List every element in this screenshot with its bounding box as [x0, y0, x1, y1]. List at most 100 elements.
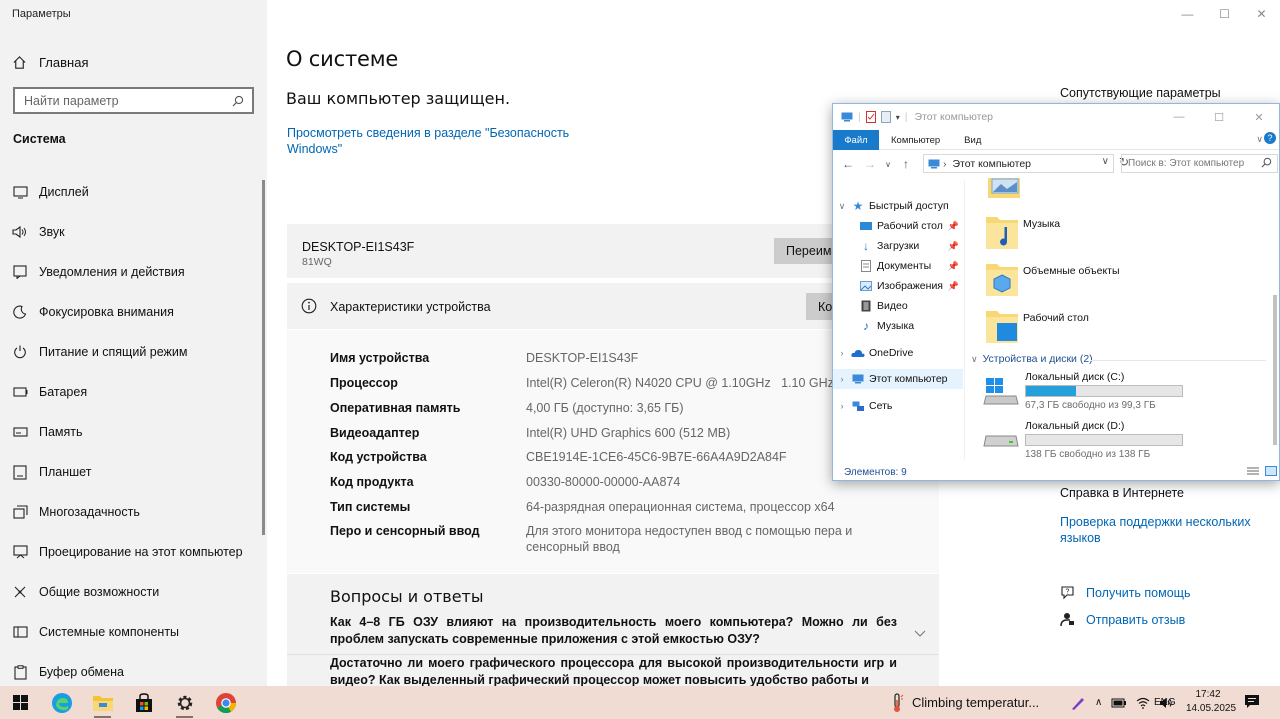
show-hidden-icons[interactable]: ∧	[1095, 697, 1102, 708]
tree-item-network[interactable]: › Сеть	[833, 396, 963, 416]
new-folder-icon[interactable]	[880, 111, 891, 123]
expand-icon[interactable]: ›	[833, 401, 851, 411]
ribbon-tab-file[interactable]: Файл	[833, 130, 879, 150]
security-details-link[interactable]: Просмотреть сведения в разделе "Безопасн…	[287, 125, 577, 157]
sidebar-item-components[interactable]: Системные компоненты	[0, 612, 262, 652]
sidebar-item-tablet[interactable]: Планшет	[0, 452, 262, 492]
sidebar-item-focus[interactable]: Фокусировка внимания	[0, 292, 262, 332]
up-button[interactable]: ↑	[895, 157, 917, 171]
tree-item-videos[interactable]: Видео	[833, 296, 963, 316]
get-help-link[interactable]: ? Получить помощь	[1060, 586, 1190, 600]
sidebar-item-sound[interactable]: Звук	[0, 212, 262, 252]
feedback-link[interactable]: Отправить отзыв	[1060, 612, 1185, 627]
sidebar-item-display[interactable]: Дисплей	[0, 172, 262, 212]
sidebar-item-label: Звук	[39, 225, 65, 239]
drives-group-header[interactable]: ∨ Устройства и диски (2)	[971, 353, 1266, 365]
explorer-maximize-button[interactable]: ☐	[1199, 104, 1239, 130]
sidebar-scrollbar[interactable]	[262, 180, 265, 535]
tree-item-label: Сеть	[869, 400, 893, 412]
folder-item-3d-objects[interactable]: Объемные объекты	[985, 260, 1120, 298]
language-support-link[interactable]: Проверка поддержки нескольких языков	[1060, 514, 1270, 546]
back-button[interactable]: ←	[837, 157, 859, 171]
scroll-thumb[interactable]	[1273, 295, 1277, 445]
sidebar-item-battery[interactable]: Батарея	[0, 372, 262, 412]
tree-item-this-pc[interactable]: › Этот компьютер	[833, 369, 963, 389]
expand-icon[interactable]: ›	[833, 348, 851, 358]
pictures-folder-icon	[988, 178, 1020, 198]
expand-ribbon-icon[interactable]: ∨	[1256, 134, 1263, 145]
taskbar-edge[interactable]	[41, 686, 82, 719]
chevron-down-icon[interactable]	[914, 630, 926, 638]
address-dropdown-icon[interactable]: ∨	[1102, 156, 1109, 167]
ribbon-tab-view[interactable]: Вид	[952, 130, 993, 150]
search-box[interactable]	[13, 87, 254, 114]
sidebar-item-multitasking[interactable]: Многозадачность	[0, 492, 262, 532]
sidebar-item-shared[interactable]: Общие возможности	[0, 572, 262, 612]
minimize-button[interactable]: —	[1169, 0, 1206, 28]
ribbon-tab-computer[interactable]: Компьютер	[879, 130, 952, 150]
tree-item-quick-access[interactable]: ∨ ★ Быстрый доступ	[833, 196, 963, 216]
drive-item-c[interactable]: Локальный диск (C:) 67,3 ГБ свободно из …	[983, 371, 1203, 411]
sidebar-item-notifications[interactable]: Уведомления и действия	[0, 252, 262, 292]
address-bar[interactable]: › Этот компьютер ∨	[923, 154, 1114, 173]
tree-item-downloads[interactable]: ↓ Загрузки 📌	[833, 236, 963, 256]
tiles-view-icon[interactable]	[1265, 466, 1277, 476]
folder-item-music[interactable]: Музыка	[985, 213, 1060, 251]
weather-widget[interactable]: Climbing temperatur...	[890, 686, 1039, 719]
collapse-icon[interactable]: ∨	[971, 354, 978, 365]
search-input[interactable]	[24, 93, 224, 108]
forward-button[interactable]: →	[859, 157, 881, 171]
explorer-navigation-bar: ← → ∨ ↑ › Этот компьютер ∨ ↻ Поиск в: Эт…	[833, 151, 1279, 177]
details-view-icon[interactable]	[1247, 466, 1259, 476]
tree-item-onedrive[interactable]: › OneDrive	[833, 343, 963, 363]
sidebar-item-projecting[interactable]: Проецирование на этот компьютер	[0, 532, 262, 572]
start-button[interactable]	[0, 686, 41, 719]
explorer-search-input[interactable]: Поиск в: Этот компьютер	[1128, 158, 1244, 169]
sidebar-nav: Дисплей Звук Уведомления и действия Фоку…	[0, 172, 262, 692]
explorer-search[interactable]: Поиск в: Этот компьютер	[1121, 154, 1278, 173]
settings-sidebar: Параметры Главная Система Дисплей Звук У…	[0, 0, 267, 686]
pictures-icon	[859, 280, 873, 292]
properties-icon[interactable]	[865, 111, 876, 123]
explorer-titlebar[interactable]: | ▾ | Этот компьютер — ☐ ✕	[833, 104, 1279, 130]
help-icon[interactable]: ?	[1264, 132, 1276, 144]
svg-text:?: ?	[1066, 589, 1070, 596]
folder-item-desktop[interactable]: Рабочий стол	[985, 307, 1089, 345]
spec-value: 64-разрядная операционная система, проце…	[526, 500, 835, 514]
pin-icon: 📌	[947, 240, 959, 251]
taskbar-settings[interactable]	[164, 686, 205, 719]
taskbar-chrome[interactable]	[205, 686, 246, 719]
collapse-icon[interactable]: ∨	[833, 201, 851, 212]
wifi-icon[interactable]	[1136, 697, 1150, 709]
notification-center-icon[interactable]	[1244, 694, 1260, 710]
close-button[interactable]: ✕	[1243, 0, 1280, 28]
drive-item-d[interactable]: Локальный диск (D:) 138 ГБ свободно из 1…	[983, 420, 1203, 460]
tree-item-desktop[interactable]: Рабочий стол 📌	[833, 216, 963, 236]
taskbar-store[interactable]	[123, 686, 164, 719]
customize-toolbar-icon[interactable]: ▾	[896, 113, 900, 122]
input-language[interactable]: ENG	[1154, 697, 1176, 708]
explorer-minimize-button[interactable]: —	[1159, 104, 1199, 130]
downloads-icon: ↓	[863, 239, 869, 253]
battery-icon[interactable]	[1111, 698, 1127, 708]
sidebar-item-storage[interactable]: Память	[0, 412, 262, 452]
taskbar-file-explorer[interactable]	[82, 686, 123, 719]
explorer-close-button[interactable]: ✕	[1239, 104, 1279, 130]
faq-question[interactable]: Достаточно ли моего графического процесс…	[330, 655, 897, 686]
faq-question[interactable]: Как 4–8 ГБ ОЗУ влияют на производительно…	[330, 614, 897, 648]
maximize-button[interactable]: ☐	[1206, 0, 1243, 28]
explorer-scrollbar[interactable]	[1271, 180, 1278, 460]
display-icon	[12, 184, 28, 200]
taskbar-clock[interactable]: 17:42 14.05.2025	[1186, 688, 1236, 716]
clock-time: 17:42	[1195, 689, 1221, 700]
pen-icon[interactable]	[1070, 695, 1086, 711]
tree-item-pictures[interactable]: Изображения 📌	[833, 276, 963, 296]
expand-icon[interactable]: ›	[833, 374, 851, 384]
sidebar-item-power[interactable]: Питание и спящий режим	[0, 332, 262, 372]
tree-item-documents[interactable]: Документы 📌	[833, 256, 963, 276]
drive-free-space: 67,3 ГБ свободно из 99,3 ГБ	[1025, 400, 1156, 411]
sidebar-home[interactable]: Главная	[12, 52, 88, 72]
spec-key: Видеоадаптер	[330, 426, 420, 440]
recent-locations-button[interactable]: ∨	[881, 160, 895, 169]
tree-item-music[interactable]: ♪ Музыка	[833, 316, 963, 336]
